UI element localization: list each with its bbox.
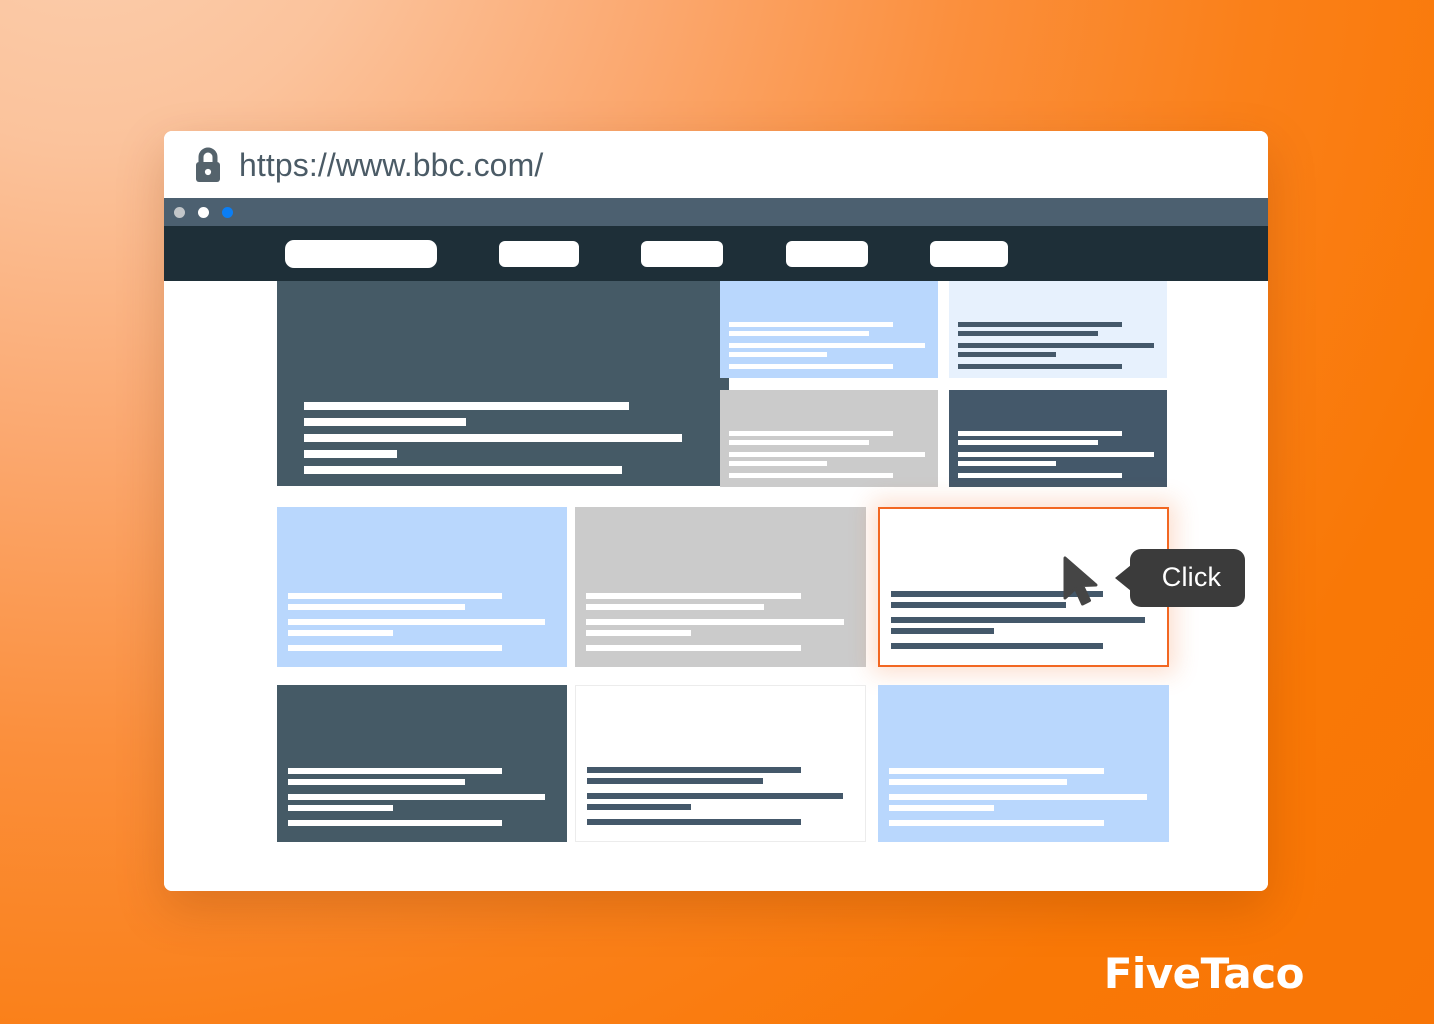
- placeholder-line: [304, 434, 682, 442]
- placeholder-line: [304, 418, 466, 426]
- placeholder-line: [729, 473, 893, 478]
- placeholder-line: [587, 793, 844, 799]
- content-card-dark[interactable]: [277, 685, 567, 842]
- placeholder-line: [891, 602, 1066, 608]
- placeholder-line: [304, 402, 629, 410]
- side-card-3[interactable]: [720, 390, 938, 487]
- placeholder-line: [729, 461, 827, 466]
- placeholder-line: [958, 331, 1098, 336]
- placeholder-line: [587, 819, 801, 825]
- browser-window: https://www.bbc.com/: [164, 131, 1268, 891]
- placeholder-line: [586, 604, 764, 610]
- placeholder-line: [958, 461, 1056, 466]
- placeholder-line: [288, 820, 503, 826]
- content-card-grey[interactable]: [575, 507, 866, 667]
- window-dot-minimize[interactable]: [174, 206, 185, 218]
- placeholder-line: [889, 779, 1067, 785]
- placeholder-line: [729, 440, 869, 445]
- window-dot-maximize[interactable]: [198, 206, 209, 218]
- placeholder-line: [288, 779, 465, 785]
- tooltip-label: Click: [1161, 561, 1222, 592]
- placeholder-line: [288, 604, 465, 610]
- placeholder-line: [958, 452, 1154, 457]
- content-card-target-text-lines: [891, 591, 1156, 649]
- placeholder-line: [586, 645, 802, 651]
- placeholder-line: [288, 805, 393, 811]
- placeholder-line: [586, 593, 802, 599]
- content-card-grey-text-lines: [586, 593, 855, 651]
- lock-icon: [196, 147, 220, 182]
- side-card-2-text-lines: [958, 322, 1158, 369]
- side-card-3-text-lines: [729, 431, 929, 478]
- content-card-lightblue[interactable]: [878, 685, 1169, 842]
- content-card-lightblue-text-lines: [889, 768, 1158, 826]
- placeholder-line: [288, 593, 503, 599]
- content-card-dark-text-lines: [288, 768, 556, 826]
- placeholder-line: [729, 431, 893, 436]
- placeholder-line: [891, 628, 995, 634]
- hero-card-text-lines: [304, 402, 729, 474]
- placeholder-line: [958, 364, 1122, 369]
- side-card-1[interactable]: [720, 281, 938, 378]
- placeholder-line: [889, 820, 1105, 826]
- nav-item-3[interactable]: [786, 240, 868, 267]
- placeholder-line: [288, 794, 546, 800]
- side-card-4-text-lines: [958, 431, 1158, 478]
- placeholder-line: [958, 431, 1122, 436]
- placeholder-line: [288, 768, 503, 774]
- placeholder-line: [304, 466, 622, 474]
- placeholder-line: [729, 352, 827, 357]
- content-card-white-text-lines: [587, 767, 854, 825]
- placeholder-line: [891, 591, 1103, 597]
- placeholder-line: [958, 440, 1098, 445]
- content-card-white[interactable]: [575, 685, 866, 842]
- window-dot-active[interactable]: [222, 206, 233, 218]
- content-card-blue[interactable]: [277, 507, 567, 667]
- site-navigation-bar: [164, 226, 1268, 281]
- placeholder-line: [958, 352, 1056, 357]
- placeholder-line: [288, 630, 393, 636]
- browser-url-bar[interactable]: https://www.bbc.com/: [164, 131, 1268, 198]
- placeholder-line: [889, 794, 1148, 800]
- nav-item-logo[interactable]: [285, 239, 437, 268]
- browser-titlebar: [164, 198, 1268, 226]
- placeholder-line: [729, 364, 893, 369]
- placeholder-line: [586, 619, 845, 625]
- placeholder-line: [587, 804, 692, 810]
- placeholder-line: [891, 643, 1103, 649]
- placeholder-line: [889, 768, 1105, 774]
- watermark-logo: FiveTaco: [1103, 949, 1305, 998]
- placeholder-line: [586, 630, 691, 636]
- placeholder-line: [288, 645, 503, 651]
- placeholder-line: [587, 767, 801, 773]
- nav-item-1[interactable]: [499, 240, 579, 267]
- content-card-blue-text-lines: [288, 593, 556, 651]
- side-card-4[interactable]: [949, 390, 1167, 487]
- placeholder-line: [288, 619, 546, 625]
- nav-item-4[interactable]: [930, 240, 1008, 267]
- side-card-2[interactable]: [949, 281, 1167, 378]
- placeholder-line: [958, 322, 1122, 327]
- placeholder-line: [729, 452, 925, 457]
- placeholder-line: [729, 343, 925, 348]
- page-background: https://www.bbc.com/ Click FiveTaco: [0, 0, 1434, 1024]
- hero-card[interactable]: [277, 281, 729, 486]
- click-tooltip: Click: [1115, 549, 1245, 607]
- placeholder-line: [304, 450, 397, 458]
- url-text: https://www.bbc.com/: [239, 146, 544, 183]
- tooltip-arrow-icon: [1115, 565, 1131, 591]
- placeholder-line: [889, 805, 994, 811]
- placeholder-line: [958, 473, 1122, 478]
- placeholder-line: [729, 331, 869, 336]
- page-content-area: [164, 281, 1268, 891]
- placeholder-line: [958, 343, 1154, 348]
- placeholder-line: [729, 322, 893, 327]
- nav-item-2[interactable]: [641, 240, 723, 267]
- placeholder-line: [891, 617, 1146, 623]
- side-card-1-text-lines: [729, 322, 929, 369]
- placeholder-line: [587, 778, 764, 784]
